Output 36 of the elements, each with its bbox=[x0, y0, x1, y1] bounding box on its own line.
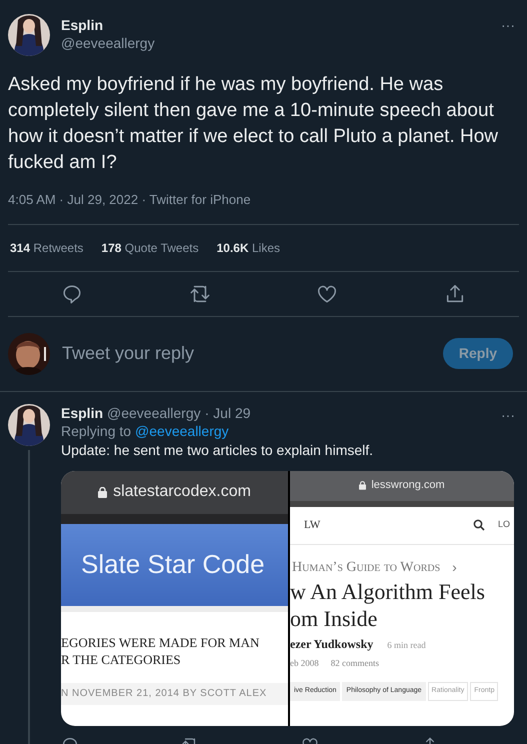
tweet-text: Asked my boyfriend if he was my boyfriend. He was completely silent then gave me a 10-minute speech about how it doesn’t matter if we elect to call Pluto a planet. How fucked am I? bbox=[8, 73, 500, 175]
url-text: slatestarcodex.com bbox=[113, 482, 251, 502]
chevron-icon[interactable]: › bbox=[452, 556, 457, 578]
post-title: w An Algorithm Feels bbox=[290, 578, 486, 604]
tweet-date[interactable]: · Jul 29 bbox=[204, 404, 251, 422]
tweet-meta: 4:05 AM · Jul 29, 2022 · Twitter for iPhone bbox=[8, 191, 252, 209]
engagement-stat[interactable]: 178 Quote Tweets bbox=[101, 238, 199, 256]
lock-icon bbox=[98, 486, 108, 498]
post-title: om Inside bbox=[290, 604, 378, 632]
lock-icon bbox=[359, 481, 366, 490]
engagement-stat[interactable]: 314 Retweets bbox=[10, 238, 84, 256]
article-byline: N NOVEMBER 21, 2014 BY SCOTT ALEX bbox=[61, 687, 267, 701]
article-headline: EGORIES WERE MADE FOR MAN bbox=[61, 634, 260, 650]
author-name[interactable]: Esplin bbox=[61, 16, 490, 34]
site-title: Slate Star Code bbox=[81, 548, 265, 581]
post-author[interactable]: ezer Yudkowsky bbox=[290, 634, 374, 652]
login-link[interactable]: LO bbox=[498, 518, 510, 532]
reply-icon[interactable] bbox=[60, 282, 83, 304]
more-button[interactable]: ··· bbox=[501, 404, 519, 422]
search-icon[interactable] bbox=[472, 519, 485, 531]
mention-link[interactable]: @eeveeallergy bbox=[135, 422, 229, 440]
post-date: eb 2008 bbox=[290, 656, 319, 670]
reply-text: Update: he sent me two articles to explain himself. bbox=[61, 440, 374, 460]
article-headline: R THE CATEGORIES bbox=[61, 650, 182, 668]
site-logo[interactable]: LW bbox=[304, 516, 473, 534]
author-name[interactable]: Esplin bbox=[61, 404, 104, 422]
url-text: lesswrong.com bbox=[371, 478, 445, 494]
read-time: 6 min read bbox=[387, 638, 426, 652]
more-button[interactable]: ··· bbox=[501, 14, 519, 32]
replying-label: Replying to bbox=[61, 422, 132, 440]
engagement-stat[interactable]: 10.6K Likes bbox=[216, 238, 280, 256]
comment-count[interactable]: 82 comments bbox=[330, 656, 379, 670]
author-handle[interactable]: @eeveeallergy bbox=[61, 34, 490, 52]
attached-image[interactable] bbox=[61, 470, 514, 726]
sequence-title[interactable]: Human’s Guide to Words bbox=[292, 556, 440, 578]
author-handle[interactable]: @eeveeallergy bbox=[107, 404, 201, 422]
